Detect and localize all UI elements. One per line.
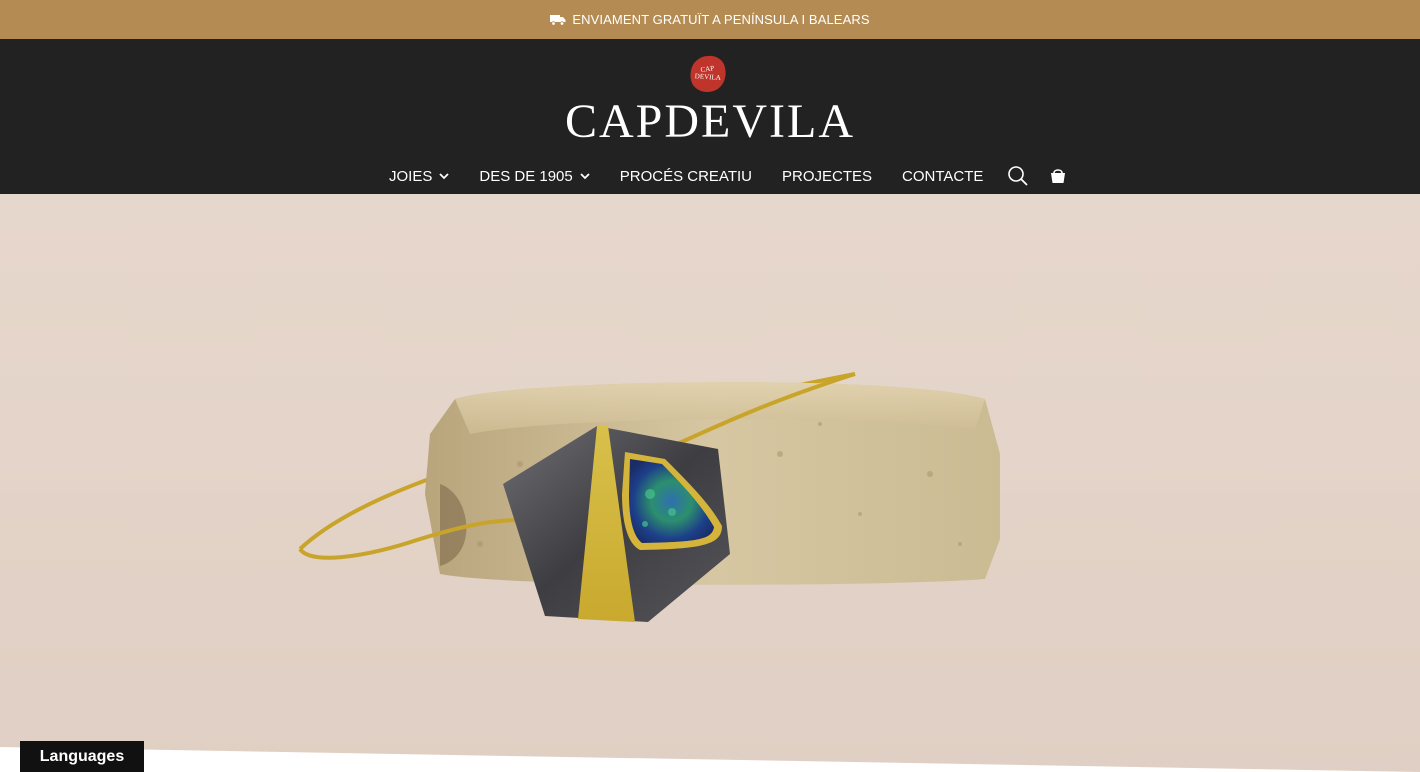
capdevila-seal-logo[interactable]: CAP DEVILA bbox=[688, 54, 728, 94]
nav-item-label: PROJECTES bbox=[782, 167, 873, 185]
nav-item-label: PROCÉS CREATIU bbox=[619, 167, 752, 185]
nav-item-joies[interactable]: JOIES bbox=[374, 158, 464, 194]
brand-wordmark[interactable]: CAPDEVILA bbox=[0, 94, 1420, 150]
languages-label: Languages bbox=[39, 747, 125, 765]
main-nav: JOIES DES DE 1905 PROCÉS CREATIU PROJECT… bbox=[374, 158, 1078, 194]
nav-item-projectes[interactable]: PROJECTES bbox=[767, 158, 887, 194]
nav-item-label: DES DE 1905 bbox=[479, 167, 573, 185]
announcement-bar: ENVIAMENT GRATUÏT A PENÍNSULA I BALEARS bbox=[0, 0, 1420, 39]
nav-item-des-de-1905[interactable]: DES DE 1905 bbox=[464, 158, 604, 194]
search-icon bbox=[1008, 166, 1029, 186]
languages-button[interactable]: Languages bbox=[20, 741, 144, 772]
cart-button[interactable] bbox=[1038, 158, 1078, 194]
chevron-down-icon bbox=[439, 172, 449, 179]
chevron-down-icon bbox=[580, 172, 590, 179]
hero-banner[interactable] bbox=[0, 194, 1420, 772]
hero-jewelry-image bbox=[0, 372, 1420, 772]
search-button[interactable] bbox=[998, 158, 1038, 194]
announcement-text: ENVIAMENT GRATUÏT A PENÍNSULA I BALEARS bbox=[572, 12, 870, 27]
nav-item-proces-creatiu[interactable]: PROCÉS CREATIU bbox=[605, 158, 767, 194]
nav-item-label: CONTACTE bbox=[902, 167, 984, 185]
hero-bottom-divider bbox=[0, 747, 1420, 772]
nav-item-contacte[interactable]: CONTACTE bbox=[887, 158, 998, 194]
truck-icon bbox=[550, 14, 566, 26]
shopping-bag-icon bbox=[1051, 169, 1066, 183]
nav-item-label: JOIES bbox=[389, 167, 433, 185]
site-header: CAP DEVILA CAPDEVILA JOIES DES DE 1905 P… bbox=[0, 39, 1420, 194]
